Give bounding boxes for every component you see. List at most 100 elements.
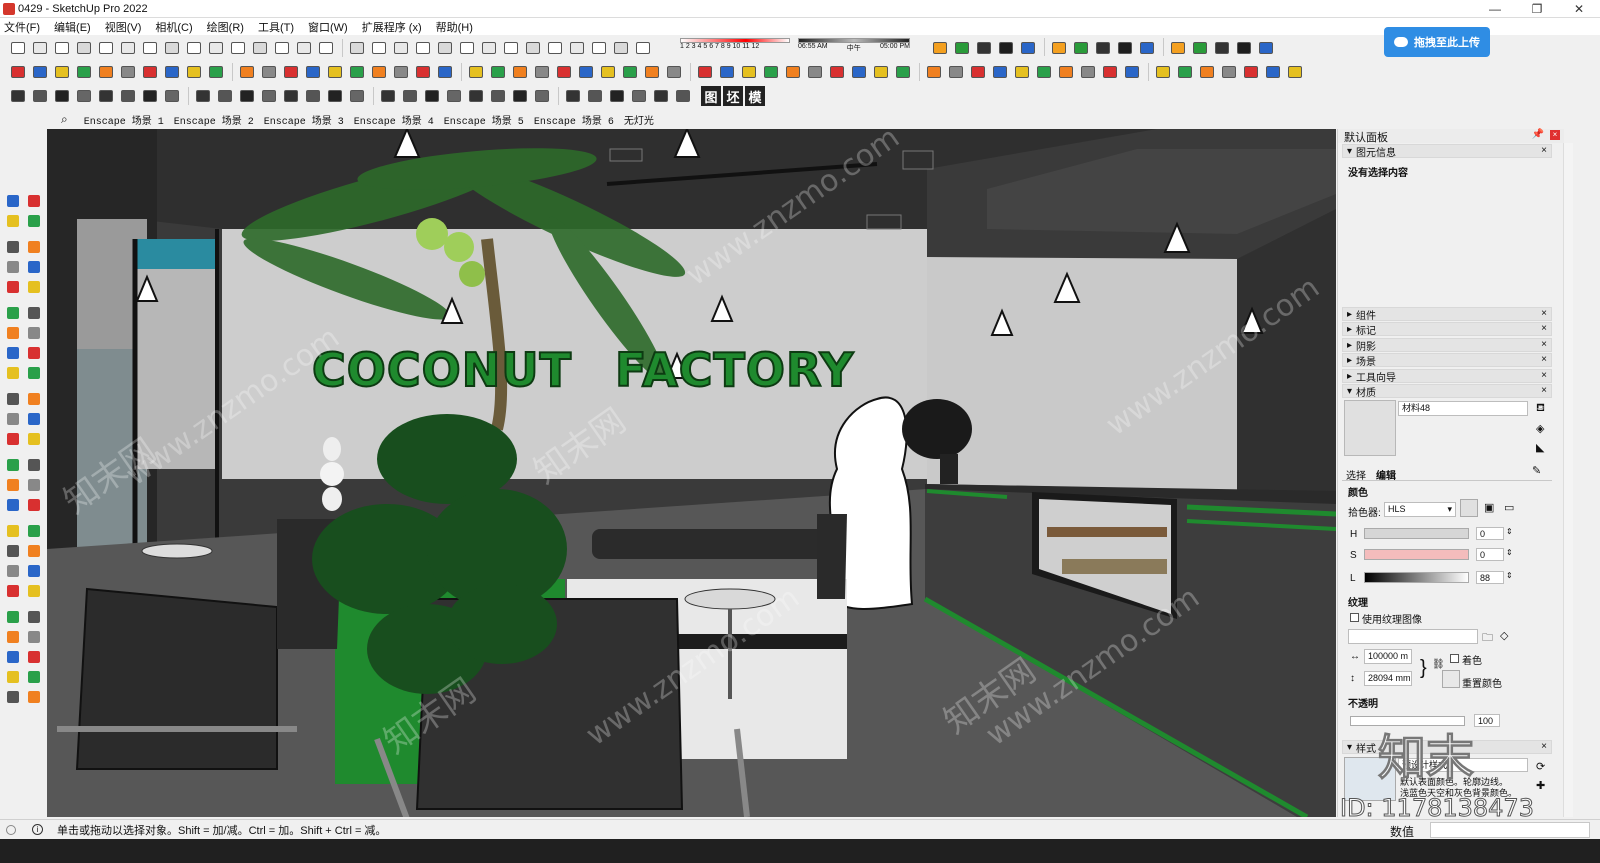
toolbar-tool-icon[interactable] — [74, 38, 94, 58]
toolbar-tool-icon[interactable] — [294, 38, 314, 58]
chain-icon[interactable]: ⛓ — [1432, 659, 1445, 670]
toolbar-tool-icon[interactable] — [598, 62, 618, 82]
toolbar-tool-icon[interactable] — [996, 38, 1016, 58]
toolbar-tool-icon[interactable] — [717, 62, 737, 82]
toolbar-tool-icon[interactable] — [805, 62, 825, 82]
l-stepper[interactable]: ⇕ — [1506, 571, 1513, 580]
toolbar-tool-icon[interactable] — [479, 38, 499, 58]
info-icon[interactable]: i — [32, 824, 43, 835]
toolbar-text-icon[interactable]: 图 — [701, 86, 721, 106]
drawing-tool-icon[interactable] — [4, 608, 22, 626]
close-icon[interactable]: × — [1541, 354, 1547, 365]
toolbar-tool-icon[interactable] — [96, 86, 116, 106]
toolbar-tool-icon[interactable] — [413, 62, 433, 82]
toolbar-tool-icon[interactable] — [510, 62, 530, 82]
toolbar-text-icon[interactable]: 模 — [745, 86, 765, 106]
toolbar-tool-icon[interactable] — [1263, 62, 1283, 82]
toolbar-tool-icon[interactable] — [52, 86, 72, 106]
section-components[interactable]: ▸ 组件 × — [1342, 307, 1552, 322]
drawing-tool-icon[interactable] — [25, 542, 43, 560]
toolbar-tool-icon[interactable] — [1234, 38, 1254, 58]
drawing-tool-icon[interactable] — [25, 212, 43, 230]
match-color-icon[interactable]: ▣ — [1484, 501, 1494, 514]
toolbar-tool-icon[interactable] — [651, 86, 671, 106]
h-value-input[interactable]: 0 — [1476, 527, 1504, 540]
toolbar-tool-icon[interactable] — [1049, 38, 1069, 58]
toolbar-tool-icon[interactable] — [1285, 62, 1305, 82]
toolbar-tool-icon[interactable] — [664, 62, 684, 82]
toolbar-tool-icon[interactable] — [1153, 62, 1173, 82]
drawing-tool-icon[interactable] — [25, 456, 43, 474]
section-scenes[interactable]: ▸ 场景 × — [1342, 353, 1552, 368]
toolbar-tool-icon[interactable] — [272, 38, 292, 58]
scene-tab[interactable]: Enscape 场景 4 — [354, 112, 434, 128]
toolbar-tool-icon[interactable] — [532, 86, 552, 106]
toolbar-tool-icon[interactable] — [8, 38, 28, 58]
toolbar-tool-icon[interactable] — [96, 38, 116, 58]
toolbar-tool-icon[interactable] — [118, 62, 138, 82]
drawing-tool-icon[interactable] — [25, 562, 43, 580]
toolbar-tool-icon[interactable] — [488, 62, 508, 82]
drawing-tool-icon[interactable] — [4, 476, 22, 494]
toolbar-tool-icon[interactable] — [1175, 62, 1195, 82]
section-instructor[interactable]: ▸ 工具向导 × — [1342, 369, 1552, 384]
toolbar-tool-icon[interactable] — [1012, 62, 1032, 82]
drawing-tool-icon[interactable] — [4, 324, 22, 342]
drawing-tool-icon[interactable] — [25, 522, 43, 540]
toolbar-tool-icon[interactable] — [162, 38, 182, 58]
toolbar-tool-icon[interactable] — [74, 62, 94, 82]
s-stepper[interactable]: ⇕ — [1506, 548, 1513, 557]
drawing-tool-icon[interactable] — [4, 364, 22, 382]
toolbar-tool-icon[interactable] — [1197, 62, 1217, 82]
toolbar-tool-icon[interactable] — [74, 86, 94, 106]
toolbar-tool-icon[interactable] — [695, 62, 715, 82]
drawing-tool-icon[interactable] — [25, 430, 43, 448]
toolbar-tool-icon[interactable] — [184, 38, 204, 58]
close-panel-icon[interactable]: × — [1550, 130, 1560, 140]
default-material-icon[interactable]: ◣ — [1536, 441, 1544, 454]
drawing-tool-icon[interactable] — [4, 344, 22, 362]
drawing-tool-icon[interactable] — [25, 476, 43, 494]
drawing-tool-icon[interactable] — [25, 304, 43, 322]
toolbar-tool-icon[interactable] — [968, 62, 988, 82]
drawing-tool-icon[interactable] — [4, 212, 22, 230]
toolbar-tool-icon[interactable] — [1071, 38, 1091, 58]
toolbar-tool-icon[interactable] — [259, 62, 279, 82]
toolbar-tool-icon[interactable] — [1190, 38, 1210, 58]
toolbar-tool-icon[interactable] — [303, 62, 323, 82]
toolbar-tool-icon[interactable] — [413, 38, 433, 58]
texture-height-input[interactable]: 28094 mm — [1364, 671, 1412, 686]
drawing-tool-icon[interactable] — [4, 582, 22, 600]
shadow-month-slider[interactable]: 1 2 3 4 5 6 7 8 9 10 11 12 — [680, 38, 790, 58]
toolbar-tool-icon[interactable] — [585, 86, 605, 106]
drawing-tool-icon[interactable] — [4, 278, 22, 296]
toolbar-tool-icon[interactable] — [162, 86, 182, 106]
drawing-tool-icon[interactable] — [25, 344, 43, 362]
toolbar-tool-icon[interactable] — [974, 38, 994, 58]
section-tags[interactable]: ▸ 标记 × — [1342, 322, 1552, 337]
toolbar-tool-icon[interactable] — [347, 86, 367, 106]
shadow-time-slider[interactable]: 06:55 AM 中午 05:00 PM — [798, 38, 910, 58]
toolbar-tool-icon[interactable] — [629, 86, 649, 106]
toolbar-tool-icon[interactable] — [435, 38, 455, 58]
texture-width-input[interactable]: 100000 m — [1364, 649, 1412, 664]
toolbar-tool-icon[interactable] — [871, 62, 891, 82]
toolbar-tool-icon[interactable] — [140, 62, 160, 82]
menu-file[interactable]: 文件(F) — [4, 19, 40, 35]
scene-tab[interactable]: Enscape 场景 2 — [174, 112, 254, 128]
toolbar-tool-icon[interactable] — [673, 86, 693, 106]
toolbar-tool-icon[interactable] — [140, 38, 160, 58]
toolbar-tool-icon[interactable] — [228, 38, 248, 58]
drawing-tool-icon[interactable] — [4, 562, 22, 580]
section-shadows[interactable]: ▸ 阴影 × — [1342, 338, 1552, 353]
drawing-tool-icon[interactable] — [4, 628, 22, 646]
toolbar-tool-icon[interactable] — [1100, 62, 1120, 82]
toolbar-tool-icon[interactable] — [849, 62, 869, 82]
drawing-tool-icon[interactable] — [4, 304, 22, 322]
drawing-tool-icon[interactable] — [25, 192, 43, 210]
toolbar-tool-icon[interactable] — [1212, 38, 1232, 58]
toolbar-tool-icon[interactable] — [215, 86, 235, 106]
edit-texture-icon[interactable]: ◇ — [1500, 629, 1508, 642]
close-icon[interactable]: × — [1541, 370, 1547, 381]
section-entity-info[interactable]: ▾ 图元信息 × — [1342, 144, 1552, 159]
